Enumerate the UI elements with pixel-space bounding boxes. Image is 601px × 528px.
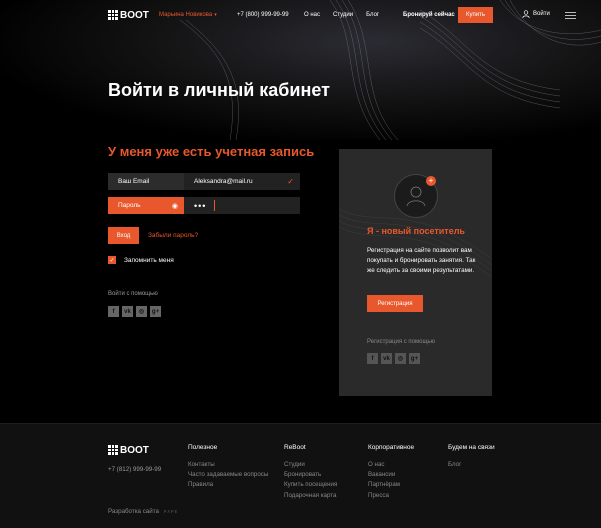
social-login-buttons: f vk ◎ g+ <box>108 306 161 317</box>
register-button[interactable]: Регистрация <box>367 295 423 312</box>
nav-item-blog[interactable]: Блог <box>366 12 379 18</box>
eye-icon[interactable]: ◉ <box>172 202 178 210</box>
city-selector[interactable]: Марьина Новикова ▾ <box>159 12 217 18</box>
remember-checkbox[interactable]: ✓ <box>108 256 116 264</box>
footer-logo-text: BOOT <box>120 444 149 456</box>
register-title: Я - новый посетитель <box>367 226 465 236</box>
footer-column-title: ReBoot <box>284 444 306 451</box>
google-plus-icon[interactable]: g+ <box>150 306 161 317</box>
footer-link[interactable]: Купить посещения <box>284 480 337 490</box>
logo-mark-icon <box>108 445 118 455</box>
google-plus-icon[interactable]: g+ <box>409 353 420 364</box>
vk-icon[interactable]: vk <box>381 353 392 364</box>
text-cursor <box>214 200 215 211</box>
developer-credit[interactable]: Разработка сайта ᴘᴀᴘᴇ <box>108 508 178 515</box>
footer-column-title: Будем на связи <box>448 444 495 451</box>
nav-item-about[interactable]: О нас <box>304 12 320 18</box>
email-field-label: Ваш Email <box>108 173 184 190</box>
email-input[interactable]: Aleksandra@mail.ru ✓ <box>184 173 300 190</box>
password-value: ••• <box>194 200 207 211</box>
checkmark-icon: ✓ <box>287 177 294 186</box>
logo-mark-icon <box>108 10 118 20</box>
footer-column-title: Корпоративное <box>368 444 415 451</box>
vk-icon[interactable]: vk <box>122 306 133 317</box>
remember-me[interactable]: ✓ Запомнить меня <box>108 256 174 264</box>
footer-link[interactable]: Блог <box>448 460 495 470</box>
password-label-text: Пароль <box>118 202 141 209</box>
social-register-buttons: f vk ◎ g+ <box>367 353 420 364</box>
login-link[interactable]: Войти <box>522 10 550 18</box>
menu-icon[interactable] <box>565 12 576 19</box>
footer-column-reboot: ReBoot Студии Бронировать Купить посещен… <box>284 444 337 501</box>
footer-link[interactable]: Вакансии <box>368 470 414 480</box>
password-field-label: Пароль ◉ <box>108 197 184 214</box>
footer-link[interactable]: Часто задаваемые вопросы <box>188 470 268 480</box>
login-label: Войти <box>533 11 550 17</box>
instagram-icon[interactable]: ◎ <box>395 353 406 364</box>
page-title: Войти в личный кабинет <box>108 80 330 100</box>
footer-logo[interactable]: BOOT <box>108 444 149 456</box>
footer-column-title: Полезное <box>188 444 218 451</box>
password-field[interactable]: Пароль ◉ ••• <box>108 197 300 214</box>
facebook-icon[interactable]: f <box>367 353 378 364</box>
footer-link[interactable]: Партнёрам <box>368 480 414 490</box>
site-logo[interactable]: BOOT <box>108 9 149 21</box>
footer-link[interactable]: Бронировать <box>284 470 337 480</box>
register-panel: + Я - новый посетитель Регистрация на са… <box>339 149 492 396</box>
site-header: BOOT Марьина Новикова ▾ +7 (800) 999-99-9… <box>0 0 601 32</box>
footer-link[interactable]: О нас <box>368 460 414 470</box>
footer-phone[interactable]: +7 (812) 999-99-99 <box>108 466 161 473</box>
login-section-title: У меня уже есть учетная запись <box>108 144 315 159</box>
facebook-icon[interactable]: f <box>108 306 119 317</box>
site-footer: BOOT +7 (812) 999-99-99 Полезное Контакт… <box>0 423 601 528</box>
logo-text: BOOT <box>120 9 149 21</box>
forgot-password-link[interactable]: Забыли пароль? <box>148 232 198 239</box>
footer-column-contact: Будем на связи Блог <box>448 444 495 470</box>
footer-column-corporate: Корпоративное О нас Вакансии Партнёрам П… <box>368 444 414 501</box>
register-description: Регистрация на сайте позволит вам покупа… <box>367 247 476 274</box>
developer-logo: ᴘᴀᴘᴇ <box>163 508 179 515</box>
developer-label: Разработка сайта <box>108 508 159 515</box>
chevron-down-icon: ▾ <box>214 12 217 18</box>
email-value: Aleksandra@mail.ru <box>194 178 253 185</box>
buy-button[interactable]: Купить <box>458 7 493 23</box>
user-icon <box>522 10 530 18</box>
email-field[interactable]: Ваш Email Aleksandra@mail.ru ✓ <box>108 173 300 190</box>
password-input[interactable]: ••• <box>184 197 300 214</box>
instagram-icon[interactable]: ◎ <box>136 306 147 317</box>
social-login-label: Войти с помощью <box>108 291 158 297</box>
footer-link[interactable]: Пресса <box>368 491 414 501</box>
remember-label: Запомнить меня <box>124 256 174 264</box>
footer-link[interactable]: Подарочная карта <box>284 491 337 501</box>
footer-link[interactable]: Контакты <box>188 460 268 470</box>
city-label: Марьина Новикова <box>159 12 213 18</box>
footer-link[interactable]: Правила <box>188 480 268 490</box>
book-now-link[interactable]: Бронируй сейчас <box>403 12 455 18</box>
login-button[interactable]: Вход <box>108 227 139 244</box>
plus-icon: + <box>426 176 436 186</box>
main-nav: О нас Студии Блог <box>304 12 379 18</box>
register-social-label: Регистрация с помощью <box>367 339 436 345</box>
footer-column-useful: Полезное Контакты Часто задаваемые вопро… <box>188 444 268 491</box>
header-phone[interactable]: +7 (800) 999-99-99 <box>237 12 289 18</box>
nav-item-studios[interactable]: Студии <box>333 12 353 18</box>
footer-link[interactable]: Студии <box>284 460 337 470</box>
